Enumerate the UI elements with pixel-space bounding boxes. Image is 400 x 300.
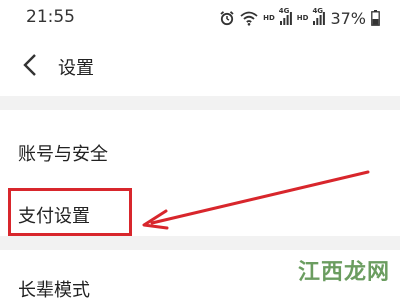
settings-header: 设置: [0, 36, 400, 94]
hd-label: HD: [263, 14, 275, 22]
status-time: 21:55: [26, 7, 75, 27]
settings-item-payment[interactable]: 支付设置: [0, 180, 400, 238]
battery-icon: [371, 10, 380, 26]
section-divider-2: [0, 236, 400, 250]
page-title: 设置: [58, 58, 94, 79]
signal-icon-2: 4G: [312, 7, 326, 26]
status-bar: 21:55 HD 4G HD 4G 37%: [0, 0, 400, 36]
signal-icon: 4G: [278, 7, 292, 26]
status-indicators: HD 4G HD 4G 37%: [219, 7, 380, 28]
network-type-label-2: 4G: [312, 7, 324, 15]
settings-item-label: 支付设置: [18, 206, 90, 227]
battery-percent: 37%: [330, 8, 366, 28]
settings-item-label: 长辈模式: [18, 280, 90, 300]
wifi-icon: [240, 11, 258, 26]
network-type-label: 4G: [278, 7, 290, 15]
hd-label-2: HD: [296, 14, 309, 22]
phone-screen: 21:55 HD 4G HD 4G 37% 设置 账号与安全 支付设置 长辈模式…: [0, 0, 400, 300]
settings-item-label: 账号与安全: [18, 144, 108, 165]
chevron-left-icon[interactable]: [22, 53, 38, 77]
watermark: 江西龙网: [297, 260, 390, 285]
settings-item-account-security[interactable]: 账号与安全: [0, 122, 400, 180]
alarm-icon: [219, 10, 235, 26]
section-divider: [0, 96, 400, 110]
